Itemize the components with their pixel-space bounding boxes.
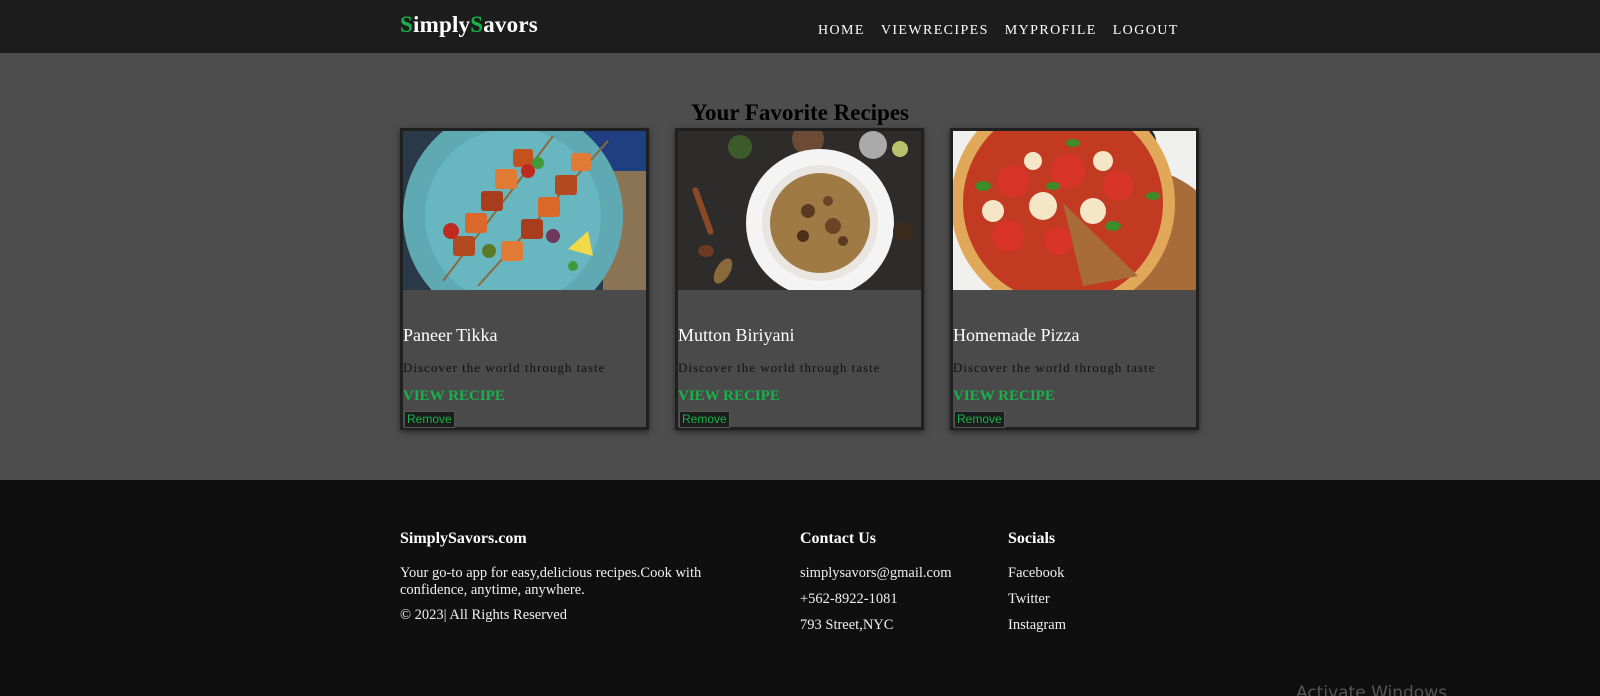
card-title: Homemade Pizza (953, 325, 1080, 345)
nav-home-link[interactable]: HOME (818, 23, 865, 39)
logo-text-imply: imply (413, 12, 471, 37)
page-title: Your Favorite Recipes (690, 100, 910, 125)
logo-text-avors: avors (483, 12, 538, 37)
remove-button[interactable]: Remove (404, 411, 455, 428)
nav-viewrecipes-link[interactable]: VIEWRECIPES (881, 23, 989, 39)
social-instagram-link[interactable]: Instagram (1008, 617, 1066, 643)
remove-button[interactable]: Remove (954, 411, 1005, 428)
site-footer: SimplySavors.com Your go-to app for easy… (0, 480, 1600, 696)
recipe-card: Homemade Pizza Discover the world throug… (950, 128, 1199, 430)
card-description: Discover the world through taste (403, 360, 606, 375)
recipe-card: Paneer Tikka Discover the world through … (400, 128, 649, 430)
activate-windows-watermark: Activate Windows (1296, 683, 1447, 696)
footer-about: SimplySavors.com Your go-to app for easy… (400, 530, 750, 624)
footer-contact: Contact Us simplysavors@gmail.com +562-8… (800, 530, 952, 643)
favorites-section: Your Favorite Recipes Paneer Tikka Disco… (0, 53, 1600, 480)
footer-description: Your go-to app for easy,delicious recipe… (400, 565, 702, 598)
contact-phone: +562-8922-1081 (800, 591, 898, 607)
nav-logout-link[interactable]: LOGOUT (1113, 23, 1179, 39)
socials-heading: Socials (1008, 530, 1056, 547)
card-description: Discover the world through taste (678, 360, 881, 375)
contact-email: simplysavors@gmail.com (800, 565, 952, 581)
logo-letter-s2: S (470, 12, 484, 37)
brand-logo[interactable]: SimplySavors (400, 12, 538, 38)
remove-button[interactable]: Remove (679, 411, 730, 428)
view-recipe-link[interactable]: VIEW RECIPE (953, 388, 1055, 405)
main-nav: HOME VIEWRECIPES MYPROFILE LOGOUT (818, 23, 1179, 39)
contact-heading: Contact Us (800, 530, 876, 547)
paneer-tikka-image (403, 131, 646, 290)
view-recipe-link[interactable]: VIEW RECIPE (678, 388, 780, 405)
mutton-biriyani-image (678, 131, 921, 290)
social-twitter-link[interactable]: Twitter (1008, 591, 1066, 617)
social-facebook-link[interactable]: Facebook (1008, 565, 1066, 591)
card-description: Discover the world through taste (953, 360, 1156, 375)
top-navbar: SimplySavors HOME VIEWRECIPES MYPROFILE … (0, 0, 1600, 53)
nav-myprofile-link[interactable]: MYPROFILE (1005, 23, 1097, 39)
footer-socials: Socials Facebook Twitter Instagram (1008, 530, 1066, 643)
footer-copyright: © 2023| All Rights Reserved (400, 607, 567, 623)
footer-brand-heading: SimplySavors.com (400, 530, 527, 547)
recipe-card: Mutton Biriyani Discover the world throu… (675, 128, 924, 430)
contact-address: 793 Street,NYC (800, 617, 894, 633)
card-title: Paneer Tikka (403, 325, 498, 345)
logo-letter-s: S (400, 12, 413, 37)
card-title: Mutton Biriyani (678, 325, 795, 345)
homemade-pizza-image (953, 131, 1196, 290)
view-recipe-link[interactable]: VIEW RECIPE (403, 388, 505, 405)
